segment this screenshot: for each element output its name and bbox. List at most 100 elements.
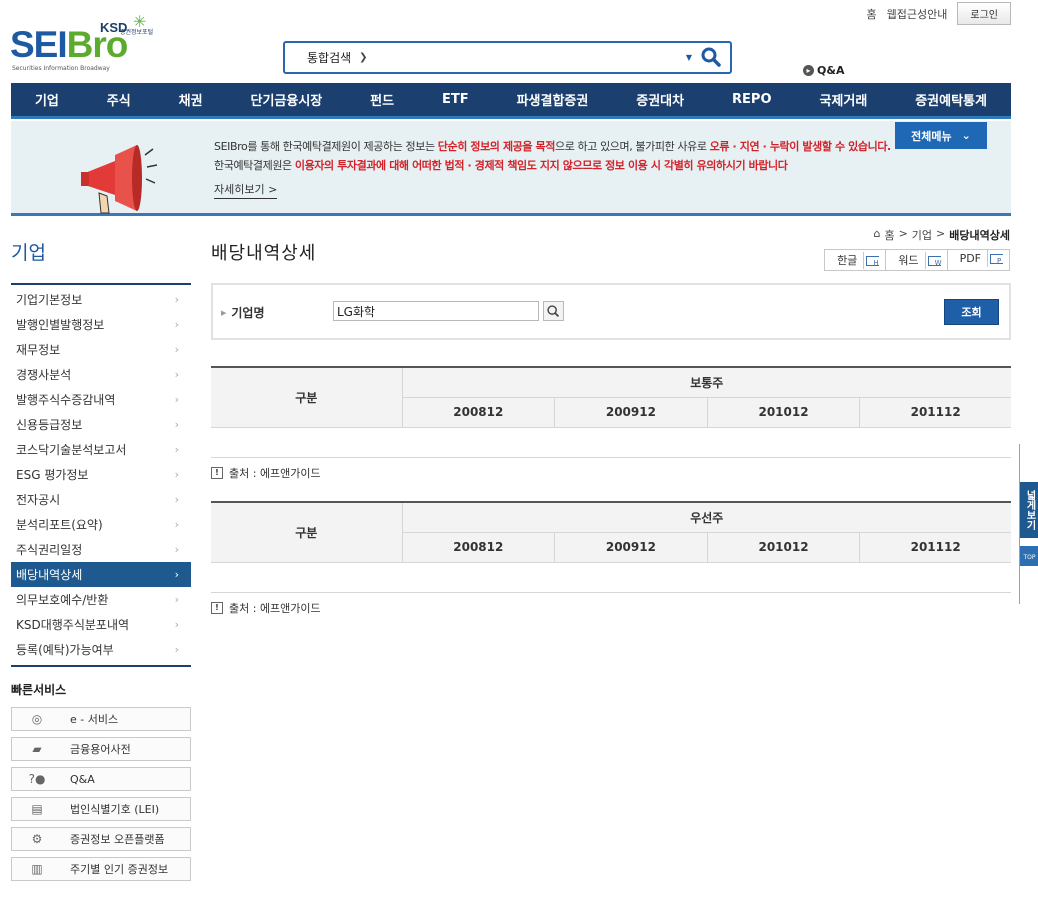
year-header: 201112 (859, 532, 1011, 563)
breadcrumb-item[interactable]: 홈 (884, 227, 894, 243)
global-search[interactable]: 통합검색 ❯ ▼ (283, 41, 732, 74)
empty-row (211, 427, 1011, 458)
quick-item-api[interactable]: ⚙ 증권정보 오픈플랫폼 (11, 827, 191, 851)
quick-item-lei[interactable]: ▤ 법인식별기호 (LEI) (11, 797, 191, 821)
chevron-right-icon: › (174, 643, 179, 656)
notice-line-1: SEIBro를 통해 한국예탁결제원이 제공하는 정보는 단순히 정보의 제공을… (214, 140, 891, 153)
lnb-item[interactable]: 재무정보 › (11, 337, 191, 362)
gnb-item[interactable]: REPO (732, 92, 771, 107)
quick-item-qna[interactable]: ?● Q&A (11, 767, 191, 791)
search-category[interactable]: 통합검색 (307, 49, 351, 66)
quick-item-popular[interactable]: ▥ 주기별 인기 증권정보 (11, 857, 191, 881)
common-stock-table: 구분 보통주 200812 200912 201012 201112 (211, 366, 1011, 458)
company-name-input[interactable] (333, 301, 539, 321)
lnb-item[interactable]: 의무보호예수/반환 › (11, 587, 191, 612)
chevron-right-icon: › (174, 543, 179, 556)
gnb-item[interactable]: 증권대차 (636, 90, 684, 109)
qna-link[interactable]: ▸ Q&A (803, 64, 844, 77)
quick-item-eservice[interactable]: ◎ e - 서비스 (11, 707, 191, 731)
wide-view-button[interactable]: 넓게보기 (1020, 482, 1038, 538)
breadcrumb-item[interactable]: 기업 (912, 227, 932, 243)
search-icon[interactable] (700, 46, 722, 68)
notice-icon: ! (211, 602, 223, 614)
speech-bubble-icon: ?● (28, 772, 46, 786)
gnb-item[interactable]: 채권 (179, 90, 203, 109)
notice-more-link[interactable]: 자세히보기 > (214, 181, 278, 199)
notice-line-2: 한국예탁결제원은 이용자의 투자결과에 대해 어떠한 법적 · 경제적 책임도 … (214, 159, 788, 172)
gnb-item[interactable]: ETF (442, 92, 469, 107)
download-pdf-button[interactable]: PDF P (948, 250, 1009, 270)
lnb-item[interactable]: 주식권리일정 › (11, 537, 191, 562)
home-link[interactable]: 홈 (867, 6, 877, 22)
company-name-label: ▶ 기업명 (221, 306, 265, 320)
gnb-item[interactable]: 단기금융시장 (250, 90, 322, 109)
breadcrumb-separator: > (936, 227, 946, 240)
bullet-icon: ▸ (803, 65, 814, 76)
download-hwp-button[interactable]: 한글 H (825, 250, 887, 270)
column-header: 구분 (211, 366, 402, 428)
main-navigation: 기업 주식 채권 단기금융시장 펀드 ETF 파생결합증권 증권대차 REPO … (11, 83, 1011, 119)
year-header: 201112 (859, 397, 1011, 428)
gnb-item[interactable]: 증권예탁통계 (915, 90, 987, 109)
chevron-right-icon: › (174, 593, 179, 606)
search-icon[interactable] (543, 301, 564, 321)
logo-wordmark: SEIBro (10, 24, 128, 65)
utility-nav: 홈 웹접근성안내 로그인 (867, 2, 1011, 25)
pdf-file-icon: P (990, 254, 1003, 265)
source-note: ! 출처 : 에프앤가이드 (211, 600, 321, 616)
lnb-item[interactable]: 전자공시 › (11, 487, 191, 512)
gnb-item[interactable]: 파생결합증권 (517, 90, 589, 109)
chevron-right-icon: › (174, 368, 179, 381)
notice-banner: SEIBro를 통해 한국예탁결제원이 제공하는 정보는 단순히 정보의 제공을… (11, 121, 1011, 216)
search-form: ▶기업명 조회 (211, 283, 1011, 340)
logo-tagline: Securities Information Broadway (12, 65, 110, 72)
home-icon[interactable]: ⌂ (873, 227, 880, 243)
year-header: 200912 (554, 397, 708, 428)
chevron-right-icon: › (174, 518, 179, 531)
section-title: 기업 (11, 242, 46, 264)
api-gear-icon: ⚙ (31, 832, 43, 846)
lnb-item[interactable]: 경쟁사분석 › (11, 362, 191, 387)
lnb-item[interactable]: 발행주식수증감내역 › (11, 387, 191, 412)
quick-service-list: ◎ e - 서비스 ▰ 금융용어사전 ?● Q&A ▤ 법인식별기호 (LEI) ⚙ 증권… (11, 707, 191, 887)
word-file-icon: W (927, 256, 941, 267)
login-button[interactable]: 로그인 (957, 2, 1011, 25)
seibro-logo[interactable]: KSD ✳ 증권정보포털 SEIBro Securities Informati… (10, 12, 195, 78)
chevron-right-icon: › (174, 568, 179, 581)
quick-item-dictionary[interactable]: ▰ 금융용어사전 (11, 737, 191, 761)
gnb-item[interactable]: 펀드 (370, 90, 394, 109)
lnb-item-active[interactable]: 배당내역상세 › (11, 562, 191, 587)
lnb-item[interactable]: ESG 평가정보 › (11, 462, 191, 487)
graduation-cap-icon: ▰ (32, 742, 42, 756)
lnb-item[interactable]: 분석리포트(요약) › (11, 512, 191, 537)
gnb-item[interactable]: 기업 (35, 90, 59, 109)
chevron-right-icon: › (174, 393, 179, 406)
lnb-item[interactable]: 등록(예탁)가능여부 › (11, 637, 191, 662)
year-header: 200912 (554, 532, 708, 563)
year-header: 200812 (401, 532, 555, 563)
gnb-item[interactable]: 주식 (107, 90, 131, 109)
hwp-file-icon: H (866, 256, 880, 267)
lnb-item[interactable]: 코스닥기술분석보고서 › (11, 437, 191, 462)
source-note: ! 출처 : 에프앤가이드 (211, 465, 321, 481)
dropdown-arrow-icon[interactable]: ▼ (686, 53, 692, 62)
bar-chart-icon: ▥ (31, 862, 43, 876)
download-word-button[interactable]: 워드 W (886, 250, 948, 270)
lnb-item[interactable]: KSD대행주식분포내역 › (11, 612, 191, 637)
lnb-item[interactable]: 발행인별발행정보 › (11, 312, 191, 337)
breadcrumb: ⌂ 홈 > 기업 > 배당내역상세 (873, 227, 1010, 243)
year-header: 201012 (706, 532, 860, 563)
empty-row (211, 562, 1011, 593)
all-menu-button[interactable]: 전체메뉴 ⌄ (895, 122, 987, 149)
accessibility-link[interactable]: 웹접근성안내 (887, 6, 948, 22)
chevron-right-icon: › (174, 343, 179, 356)
year-header: 201012 (706, 397, 860, 428)
scroll-top-button[interactable]: TOP (1020, 546, 1038, 566)
page-title: 배당내역상세 (211, 243, 317, 264)
notice-icon: ! (211, 467, 223, 479)
chevron-right-icon: › (174, 418, 179, 431)
lookup-button[interactable]: 조회 (944, 299, 999, 325)
lnb-item[interactable]: 신용등급정보 › (11, 412, 191, 437)
gnb-item[interactable]: 국제거래 (819, 90, 867, 109)
lnb-item[interactable]: 기업기본정보 › (11, 287, 191, 312)
